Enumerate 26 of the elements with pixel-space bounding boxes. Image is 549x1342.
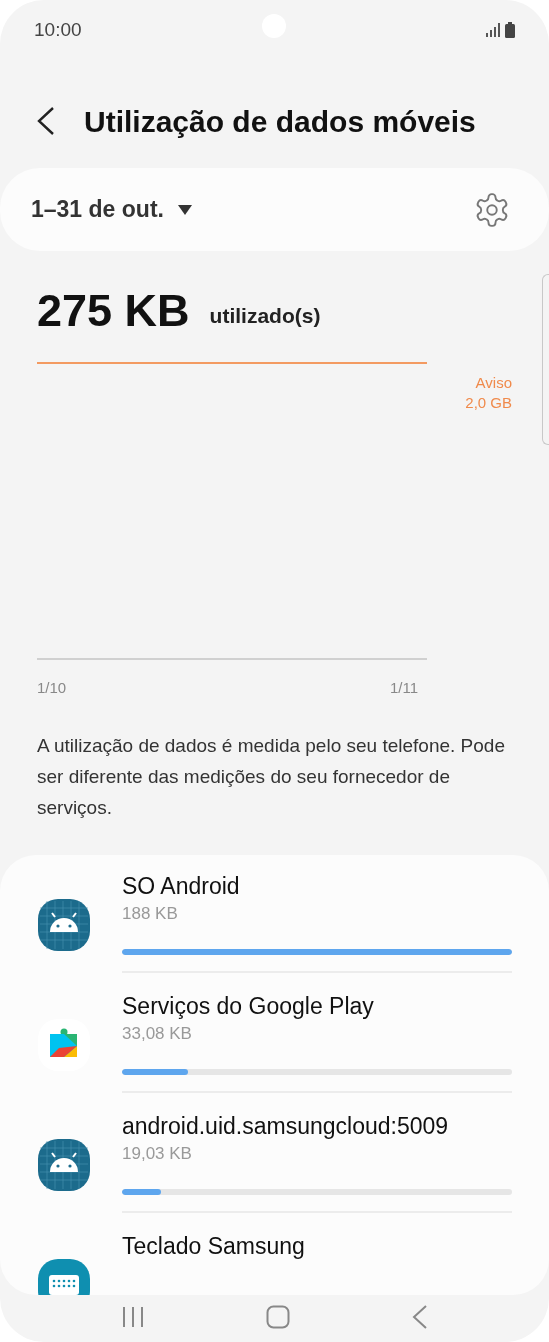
app-name[interactable]: SO Android — [122, 871, 512, 901]
dropdown-caret-icon — [177, 204, 192, 215]
back-icon[interactable] — [36, 106, 56, 136]
usage-unit: utilizado(s) — [209, 302, 321, 329]
usage-amount: 275 KB — [37, 288, 190, 333]
app-data-size: 188 KB — [122, 903, 179, 925]
battery-icon — [505, 22, 515, 38]
android-app-icon — [37, 1138, 91, 1192]
app-data-size: 19,03 KB — [122, 1143, 193, 1165]
usage-note: A utilização de dados é medida pelo seu telefone. Pode ser diferente das medições do seu fornecedor de serviços. — [37, 734, 506, 820]
axis-end-label: 1/11 — [390, 678, 419, 698]
recent-apps-icon[interactable] — [120, 1304, 145, 1329]
app-name[interactable]: Serviços do Google Play — [122, 991, 512, 1021]
back-nav-icon[interactable] — [412, 1304, 429, 1329]
signal-icon — [486, 23, 500, 37]
android-app-icon — [37, 898, 91, 952]
axis-start-label: 1/10 — [37, 678, 67, 698]
app-name[interactable]: Teclado Samsung — [122, 1231, 512, 1261]
status-time: 10:00 — [34, 17, 82, 42]
app-data-size: 33,08 KB — [122, 1023, 193, 1045]
warning-label: Aviso — [475, 373, 512, 393]
warning-value: 2,0 GB — [465, 393, 512, 413]
period-dropdown[interactable]: 1–31 de out. — [31, 192, 192, 227]
home-icon[interactable] — [266, 1304, 291, 1329]
page-title: Utilização de dados móveis — [84, 103, 476, 140]
app-name[interactable]: android.uid.samsungcloud:5009 — [122, 1111, 512, 1141]
